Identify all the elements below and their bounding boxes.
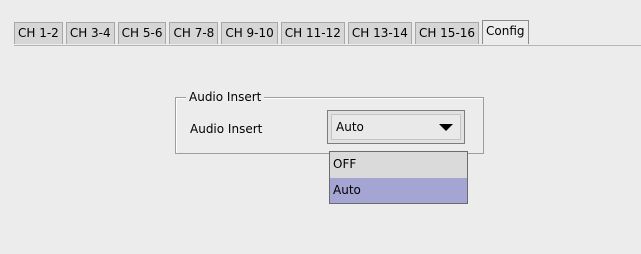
audio-insert-select[interactable]: Auto bbox=[327, 110, 465, 144]
tab-ch-5-6[interactable]: CH 5-6 bbox=[117, 22, 167, 44]
config-panel: CH 1-2 CH 3-4 CH 5-6 CH 7-8 CH 9-10 CH 1… bbox=[0, 0, 641, 254]
group-title: Audio Insert bbox=[186, 90, 265, 104]
tab-ch-7-8[interactable]: CH 7-8 bbox=[169, 22, 219, 44]
tab-ch-9-10[interactable]: CH 9-10 bbox=[221, 22, 278, 44]
channel-tab-bar: CH 1-2 CH 3-4 CH 5-6 CH 7-8 CH 9-10 CH 1… bbox=[14, 20, 529, 45]
audio-insert-label: Audio Insert bbox=[190, 122, 263, 136]
tab-ch-15-16[interactable]: CH 15-16 bbox=[414, 22, 480, 44]
tab-config[interactable]: Config bbox=[482, 20, 529, 44]
triangle-down-icon[interactable] bbox=[439, 124, 453, 131]
option-off[interactable]: OFF bbox=[330, 152, 467, 177]
option-auto[interactable]: Auto bbox=[330, 178, 467, 203]
select-value: Auto bbox=[336, 120, 364, 134]
tab-ch-3-4[interactable]: CH 3-4 bbox=[65, 22, 115, 44]
audio-insert-dropdown-list: OFF Auto bbox=[329, 151, 468, 204]
tab-ch-13-14[interactable]: CH 13-14 bbox=[347, 22, 412, 44]
tab-ch-11-12[interactable]: CH 11-12 bbox=[280, 22, 345, 44]
tab-content-border bbox=[14, 45, 641, 46]
tab-ch-1-2[interactable]: CH 1-2 bbox=[14, 22, 63, 44]
